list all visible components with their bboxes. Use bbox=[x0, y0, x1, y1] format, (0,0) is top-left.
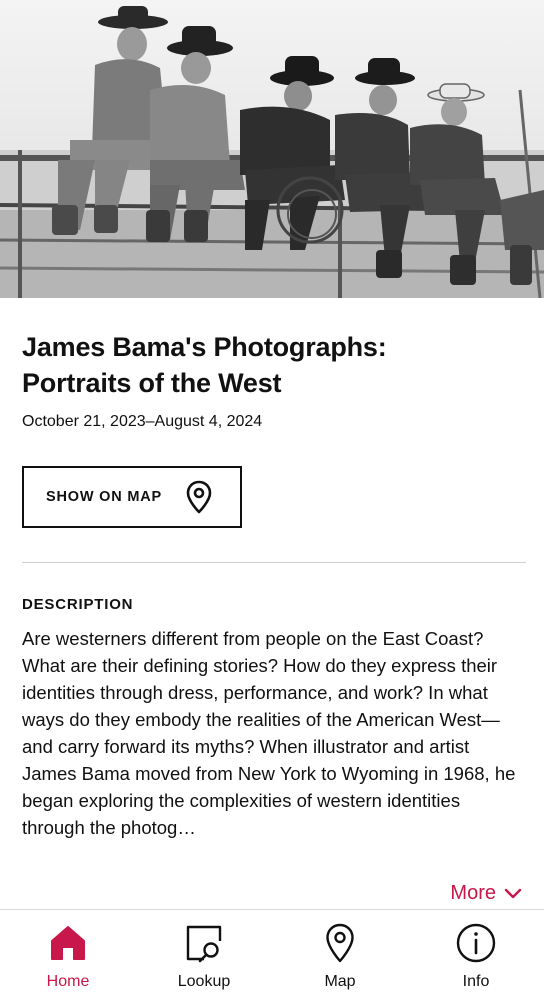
more-label: More bbox=[450, 882, 496, 904]
map-pin-icon bbox=[186, 480, 212, 514]
tab-info[interactable]: Info bbox=[408, 910, 544, 1000]
chevron-down-icon bbox=[504, 888, 522, 900]
title-line-1: James Bama's Photographs: bbox=[22, 332, 387, 362]
exhibition-title: James Bama's Photographs: Portraits of t… bbox=[22, 329, 526, 401]
tab-map-label: Map bbox=[324, 973, 356, 990]
home-icon bbox=[49, 920, 87, 966]
show-on-map-button[interactable]: SHOW ON MAP bbox=[22, 466, 242, 528]
section-divider bbox=[22, 562, 526, 563]
tab-map[interactable]: Map bbox=[272, 910, 408, 1000]
tab-info-label: Info bbox=[462, 973, 490, 990]
title-line-2: Portraits of the West bbox=[22, 368, 282, 398]
tab-lookup-label: Lookup bbox=[177, 973, 231, 990]
exhibition-detail: James Bama's Photographs: Portraits of t… bbox=[22, 298, 526, 841]
info-icon bbox=[456, 920, 496, 966]
tab-home[interactable]: Home bbox=[0, 910, 136, 1000]
cowboys-on-fence-photo bbox=[0, 0, 544, 298]
description-text: Are westerners different from people on … bbox=[22, 628, 516, 838]
more-button[interactable]: More bbox=[450, 882, 522, 905]
lookup-icon bbox=[184, 920, 224, 966]
tab-lookup[interactable]: Lookup bbox=[136, 910, 272, 1000]
exhibition-dates: October 21, 2023–August 4, 2024 bbox=[22, 413, 263, 430]
show-on-map-label: SHOW ON MAP bbox=[46, 489, 162, 505]
tab-home-label: Home bbox=[46, 973, 90, 990]
description-heading: DESCRIPTION bbox=[22, 596, 134, 613]
map-pin-icon bbox=[325, 920, 355, 966]
hero-photo bbox=[0, 0, 544, 298]
bottom-tab-bar: Home Lookup Map Info bbox=[0, 909, 544, 1000]
